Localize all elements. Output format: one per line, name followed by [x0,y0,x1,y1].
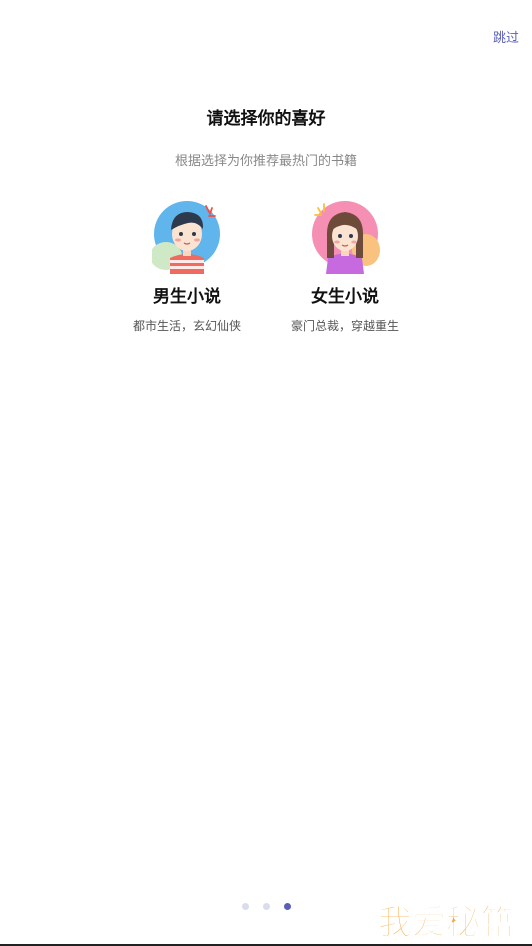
female-novel-title: 女生小说 [311,287,379,307]
male-novel-desc: 都市生活，玄幻仙侠 [132,319,241,333]
male-avatar-icon [152,201,220,274]
pagination-dot-2[interactable] [262,903,270,910]
page-subtitle: 根据选择为你推荐最热门的书籍 [174,154,357,169]
skip-button[interactable]: 跳过 [493,27,519,46]
female-avatar-icon [312,201,380,274]
pagination-dot-1[interactable] [241,903,249,910]
male-novel-option[interactable]: 男生小说 都市生活，玄幻仙侠 [112,196,262,334]
watermark-logo: 我爱秘籍 [378,903,515,943]
female-novel-option[interactable]: 女生小说 豪门总裁，穿越重生 [270,196,420,334]
male-novel-title: 男生小说 [153,287,221,307]
watermark-text: 我爱秘籍 [378,903,514,942]
female-novel-desc: 豪门总裁，穿越重生 [290,319,399,333]
pagination-dot-3-active[interactable] [283,903,291,910]
page-title: 请选择你的喜好 [206,109,326,129]
